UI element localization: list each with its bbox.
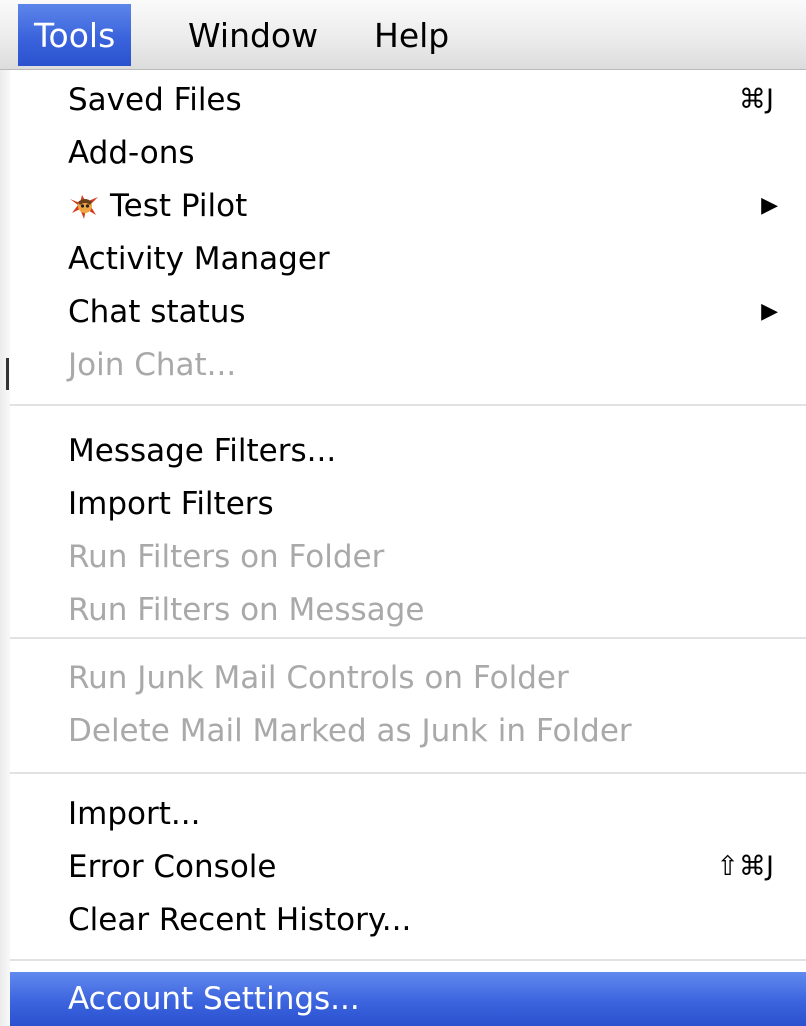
menu-help[interactable]: Help	[358, 4, 465, 66]
menu-item-label: Run Junk Mail Controls on Folder	[68, 660, 569, 696]
menu-item-label: Join Chat...	[68, 347, 237, 383]
menu-item-run-filters-on-folder: Run Filters on Folder	[10, 531, 806, 583]
menu-item-run-junk-mail-controls: Run Junk Mail Controls on Folder	[10, 652, 806, 704]
menu-tools[interactable]: Tools	[18, 4, 132, 66]
menu-bar: Tools Window Help	[0, 0, 806, 70]
menu-item-shortcut: ⌘J	[739, 84, 774, 115]
menu-separator	[10, 772, 806, 774]
menu-item-label: Test Pilot	[110, 188, 248, 224]
menu-item-label: Chat status	[68, 294, 246, 330]
menu-item-label: Account Settings...	[68, 981, 360, 1017]
menu-item-saved-files[interactable]: Saved Files ⌘J	[10, 74, 806, 126]
menu-item-run-filters-on-message: Run Filters on Message	[10, 584, 806, 636]
menu-item-message-filters[interactable]: Message Filters...	[10, 425, 806, 477]
menu-item-clear-recent-history[interactable]: Clear Recent History...	[10, 894, 806, 946]
menu-item-label: Import Filters	[68, 486, 274, 522]
tools-dropdown-menu: Saved Files ⌘J Add-ons Test Pilot ▶ Acti…	[10, 70, 806, 1026]
menu-separator	[10, 404, 806, 406]
submenu-arrow-icon: ▶	[761, 299, 778, 324]
menu-item-label: Delete Mail Marked as Junk in Folder	[68, 713, 632, 749]
menu-item-account-settings[interactable]: Account Settings...	[10, 972, 806, 1026]
menu-item-label: Run Filters on Folder	[68, 539, 385, 575]
menu-item-label: Run Filters on Message	[68, 592, 425, 628]
menu-item-label: Error Console	[68, 849, 277, 885]
menu-item-join-chat: Join Chat...	[10, 339, 806, 391]
submenu-arrow-icon: ▶	[761, 193, 778, 218]
menu-item-test-pilot[interactable]: Test Pilot ▶	[10, 180, 806, 232]
menu-item-label: Clear Recent History...	[68, 902, 412, 938]
menu-item-error-console[interactable]: Error Console ⇧⌘J	[10, 841, 806, 893]
menu-item-import-filters[interactable]: Import Filters	[10, 478, 806, 530]
test-pilot-icon	[70, 195, 98, 219]
menu-item-chat-status[interactable]: Chat status ▶	[10, 286, 806, 338]
menu-separator	[10, 959, 806, 961]
menu-item-label: Saved Files	[68, 82, 242, 118]
menu-item-label: Activity Manager	[68, 241, 330, 277]
background-window-mark	[6, 358, 9, 390]
menu-item-label: Import...	[68, 796, 201, 832]
menu-separator	[10, 637, 806, 639]
menu-item-shortcut: ⇧⌘J	[716, 851, 774, 882]
menu-item-label: Message Filters...	[68, 433, 337, 469]
menu-item-import[interactable]: Import...	[10, 788, 806, 840]
menu-window[interactable]: Window	[172, 4, 334, 66]
menu-item-delete-junk-mail: Delete Mail Marked as Junk in Folder	[10, 705, 806, 757]
menu-item-add-ons[interactable]: Add-ons	[10, 127, 806, 179]
menu-item-activity-manager[interactable]: Activity Manager	[10, 233, 806, 285]
background-window-edge	[0, 70, 10, 1026]
menu-item-label: Add-ons	[68, 135, 195, 171]
